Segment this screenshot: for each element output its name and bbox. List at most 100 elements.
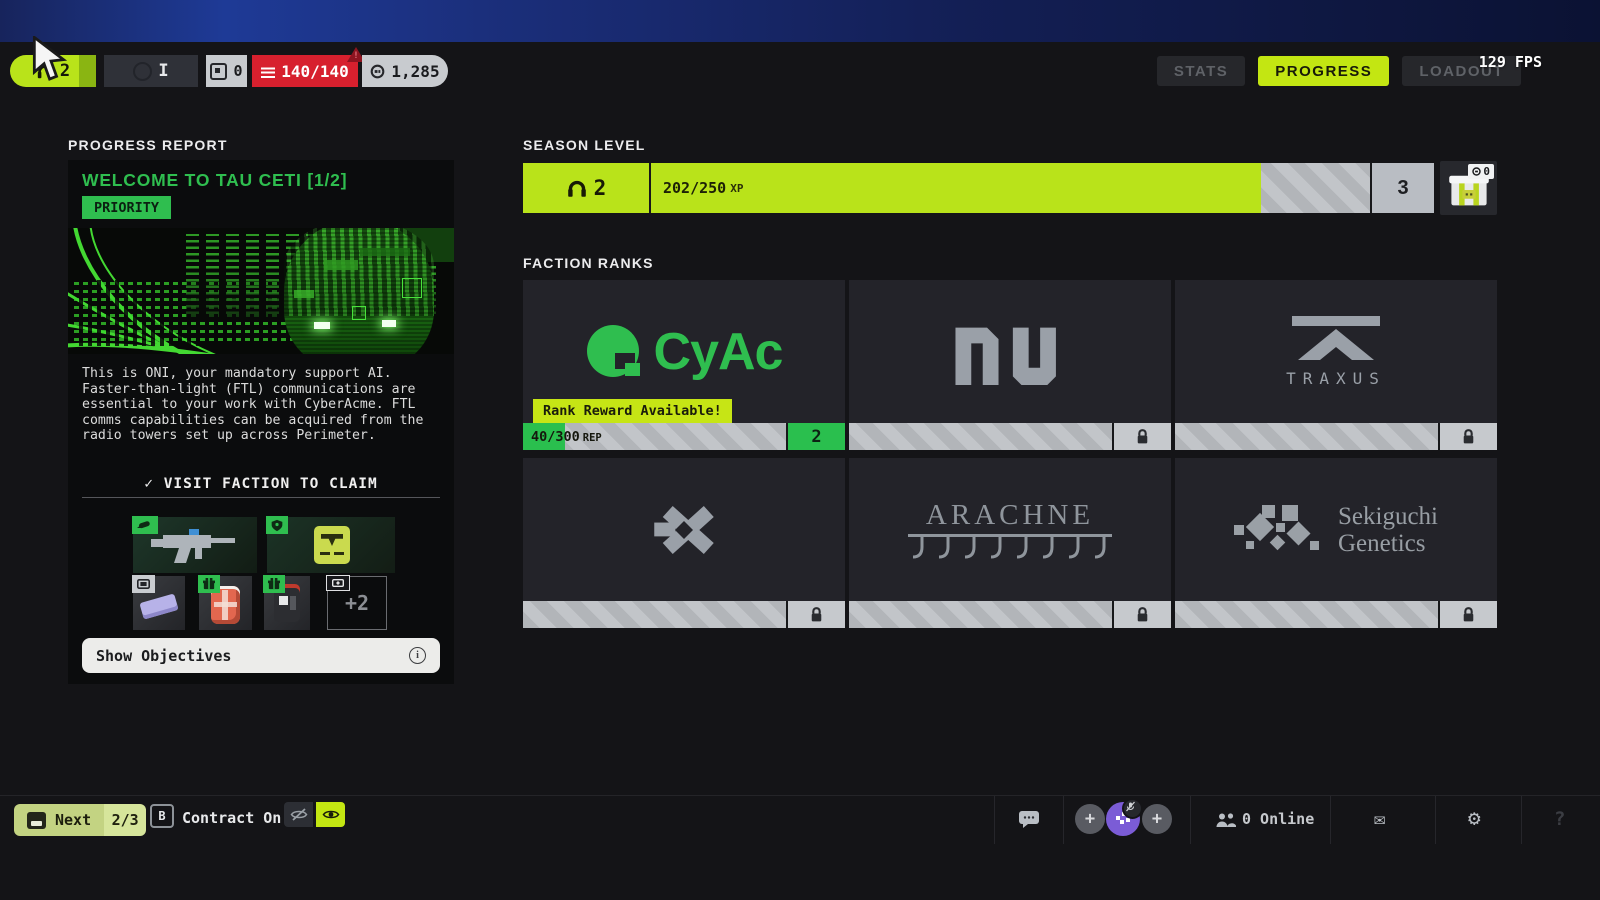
progress-report-card: WELCOME TO TAU CETI [1/2] PRIORITY [68,160,454,684]
cyac-rank-cell: 2 [786,423,845,450]
faction-card-cross[interactable] [523,458,845,628]
reward-tile-charm[interactable] [267,517,395,573]
eye-icon [322,808,340,821]
faction-ranks-header: FACTION RANKS [523,255,654,271]
show-objectives-button[interactable]: Show Objectives i [82,638,440,673]
chat-icon [1018,810,1040,829]
invite-slot-right[interactable]: + [1142,804,1172,834]
player-avatar[interactable] [1106,802,1140,836]
reward-tile-armor[interactable] [199,576,252,630]
bottom-divider [1063,796,1064,844]
next-counter: 2/3 [104,804,146,836]
claim-note-text: VISIT FACTION TO CLAIM [164,476,378,492]
plus-icon: + [1085,809,1095,829]
ammo-value: 140/140 [281,62,348,81]
banner-icon [137,579,150,589]
sekiguchi-mark-icon [1234,504,1322,556]
players-icon [1216,813,1236,828]
traxus-mark-icon [1288,316,1384,360]
season-progress-bar: 2 202/250 XP 3 [523,163,1434,213]
faction-card-cyac[interactable]: CyAc Rank Reward Available! 40/300REP 2 [523,280,845,450]
contract-hide-toggle[interactable] [284,802,313,827]
arachne-lock-cell [1112,601,1171,628]
faction-card-traxus[interactable]: TRAXUS [1175,280,1497,450]
purple-card [139,593,178,619]
show-objectives-label: Show Objectives [96,647,231,665]
nu-lock-cell [1112,423,1171,450]
season-xp-unit: XP [730,182,743,195]
faction-card-sekiguchi[interactable]: Sekiguchi Genetics [1175,458,1497,628]
scrap-icon [210,63,227,80]
hero-face [264,228,454,354]
game-progress-screen: 2 I 0 140/140 ! 1,285 STATS PROGRESS LOA… [0,0,1600,900]
lock-icon [1461,428,1476,445]
cross-lock-cell [786,601,845,628]
plus-icon: + [1152,809,1162,829]
credits-chip[interactable]: 1,285 [362,55,448,87]
mic-muted-badge [1122,798,1143,819]
claim-note: ✓ VISIT FACTION TO CLAIM [68,476,454,492]
reward-tile-weapon[interactable] [133,517,257,573]
season-xp-text: 202/250 [663,179,726,197]
reward-tile-more[interactable]: +2 [327,576,387,630]
chat-button[interactable] [1018,810,1040,833]
scrap-value: 0 [233,62,242,80]
bottom-divider [994,796,995,844]
credits-icon [370,64,385,79]
arachne-logo-text: ARACHNE [926,499,1094,532]
contract-label: Contract On [182,809,281,827]
arachne-rep-bar [849,601,1171,628]
mouse-cursor [31,36,71,86]
season-chip-progress-segment [79,55,96,87]
crate-count-badge: 0 [1468,164,1494,179]
cyac-rep-text: 40/300REP [531,429,602,445]
reward-tile-device[interactable] [264,576,310,630]
season-current-level-cell: 2 [523,163,651,213]
sekiguchi-logo-text: Sekiguchi Genetics [1338,503,1438,557]
help-button[interactable]: ? [1554,808,1565,830]
mail-button[interactable]: ✉ [1374,808,1385,830]
lock-icon [1135,606,1150,623]
reward-tile-card[interactable] [133,576,185,630]
bottom-divider [1521,796,1522,844]
ammo-chip[interactable]: 140/140 ! [252,55,358,87]
season-level-header: SEASON LEVEL [523,137,646,153]
tier-chip[interactable]: I [104,55,198,87]
crate-count: 0 [1483,165,1490,178]
faction-card-arachne[interactable]: ARACHNE [849,458,1171,628]
sekiguchi-rep-bar [1175,601,1497,628]
sekiguchi-line2: Genetics [1338,530,1438,557]
ring-icon [133,62,152,81]
lock-icon [1135,428,1150,445]
arachne-logo: ARACHNE [849,458,1171,601]
eye-off-icon [290,808,308,821]
season-crate-tile[interactable]: 0 [1440,161,1497,215]
card-plus-icon [332,579,344,587]
cyac-rep-bar: 40/300REP 2 [523,423,845,450]
charm-emblem [314,526,350,564]
credits-icon [1472,167,1481,176]
next-page-button[interactable]: Next 2/3 [14,804,146,836]
cyac-logo-text: CyAc [654,322,783,382]
hero-glitch [264,228,454,354]
check-icon: ✓ [144,476,154,492]
report-title: WELCOME TO TAU CETI [1/2] [82,170,347,191]
info-icon: i [409,647,426,664]
nu-mark-icon [955,319,1065,385]
tab-stats[interactable]: STATS [1157,56,1245,86]
bottom-divider [1190,796,1191,844]
sekiguchi-lock-cell [1438,601,1497,628]
report-body-text: This is ONI, your mandatory support AI. … [82,366,440,444]
faction-card-nu[interactable] [849,280,1171,450]
device-reward-badge [263,575,285,593]
credits-value: 1,285 [391,62,439,81]
invite-slot-left[interactable]: + [1075,804,1105,834]
scrap-chip[interactable]: 0 [206,55,247,87]
contract-show-toggle[interactable] [316,802,345,827]
gift-icon [203,578,215,590]
weapon-reward-badge [132,516,158,534]
warning-exclaim: ! [351,51,361,61]
traxus-logo-text: TRAXUS [1286,369,1386,388]
settings-button[interactable]: ⚙ [1468,806,1481,830]
tab-progress[interactable]: PROGRESS [1258,56,1389,86]
